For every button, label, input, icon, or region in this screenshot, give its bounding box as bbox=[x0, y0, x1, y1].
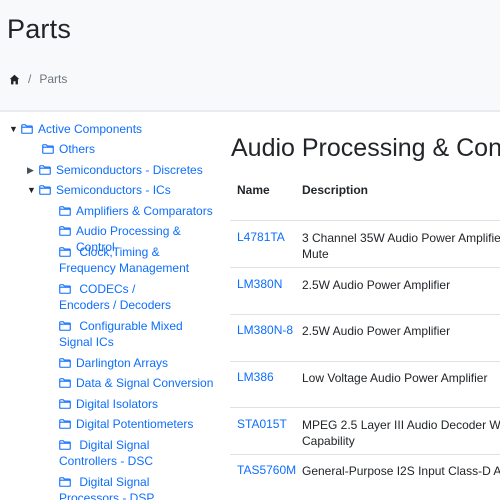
tree-item-digital-isolators[interactable]: Digital Isolators bbox=[59, 396, 158, 412]
folder-icon bbox=[21, 124, 33, 134]
description-line: 2.5W Audio Power Amplifier bbox=[302, 324, 451, 338]
tree-item-label: Darlington Arrays bbox=[76, 356, 169, 370]
breadcrumb-separator: / bbox=[28, 72, 32, 86]
expand-toggle-icon[interactable]: ▼ bbox=[9, 121, 21, 137]
tree-item-others[interactable]: Others bbox=[42, 141, 95, 157]
folder-icon bbox=[39, 185, 51, 195]
description-line: Mute bbox=[302, 247, 329, 261]
folder-icon bbox=[59, 399, 71, 409]
part-link[interactable]: STA015T bbox=[237, 417, 287, 431]
table-divider bbox=[230, 361, 500, 362]
tree-item-label: Digital Potentiometers bbox=[76, 417, 194, 431]
tree-item-label: Data & Signal Conversion bbox=[76, 376, 214, 390]
tree-item-semiconductors-discretes[interactable]: ▶ Semiconductors - Discretes bbox=[27, 162, 203, 178]
folder-icon bbox=[42, 144, 54, 154]
folder-icon bbox=[59, 477, 71, 487]
folder-icon bbox=[39, 165, 51, 175]
table-divider bbox=[230, 314, 500, 315]
page-header: Parts / Parts bbox=[0, 0, 500, 112]
folder-icon bbox=[59, 378, 71, 388]
tree-item-codecs-encoders-decoders[interactable]: CODECs / Encoders / Decoders bbox=[59, 281, 189, 313]
part-description: MPEG 2.5 Layer III Audio Decoder With A … bbox=[302, 417, 500, 449]
description-line: Low Voltage Audio Power Amplifier bbox=[302, 371, 488, 385]
folder-icon bbox=[59, 247, 71, 257]
column-header-description[interactable]: Description bbox=[302, 183, 368, 197]
tree-item-digital-potentiometers[interactable]: Digital Potentiometers bbox=[59, 416, 193, 432]
tree-item-darlington-arrays[interactable]: Darlington Arrays bbox=[59, 355, 168, 371]
table-divider bbox=[230, 220, 500, 221]
folder-icon bbox=[59, 358, 71, 368]
tree-item-label: Clock,Timing & Frequency Management bbox=[59, 245, 190, 275]
tree-item-amplifiers-comparators[interactable]: Amplifiers & Comparators bbox=[59, 203, 213, 219]
part-link[interactable]: LM386 bbox=[237, 370, 274, 384]
home-icon[interactable] bbox=[9, 74, 20, 85]
folder-icon bbox=[59, 419, 71, 429]
part-description: Low Voltage Audio Power Amplifier bbox=[302, 370, 487, 386]
tree-item-label: Amplifiers & Comparators bbox=[76, 204, 213, 218]
tree-item-data-signal-conversion[interactable]: Data & Signal Conversion bbox=[59, 375, 213, 391]
folder-icon bbox=[59, 321, 71, 331]
table-divider bbox=[230, 407, 500, 408]
folder-icon bbox=[59, 284, 71, 294]
table-divider bbox=[230, 267, 500, 268]
tree-item-label: Configurable Mixed Signal ICs bbox=[59, 319, 183, 349]
tree-item-label: Semiconductors - ICs bbox=[56, 183, 171, 197]
part-description: 2.5W Audio Power Amplifier bbox=[302, 277, 450, 293]
column-header-name[interactable]: Name bbox=[237, 183, 270, 197]
part-description: General-Purpose I2S Input Class-D Amplif… bbox=[302, 463, 500, 479]
part-link[interactable]: LM380N-8 bbox=[237, 323, 293, 337]
folder-icon bbox=[59, 206, 71, 216]
description-line: 2.5W Audio Power Amplifier bbox=[302, 278, 451, 292]
tree-item-label: Digital Isolators bbox=[76, 397, 159, 411]
tree-item-semiconductors-ics[interactable]: ▼ Semiconductors - ICs bbox=[27, 182, 171, 198]
part-link[interactable]: LM380N bbox=[237, 277, 282, 291]
collapse-toggle-icon[interactable]: ▶ bbox=[27, 162, 39, 178]
tree-item-clock-timing-frequency[interactable]: Clock,Timing & Frequency Management bbox=[59, 244, 209, 276]
breadcrumb: / Parts bbox=[9, 72, 67, 86]
part-description: 3 Channel 35W Audio Power Amplifier with… bbox=[302, 230, 500, 262]
tree-item-configurable-mixed-signal[interactable]: Configurable Mixed Signal ICs bbox=[59, 318, 209, 350]
description-line: 3 Channel 35W Audio Power Amplifier with bbox=[302, 231, 500, 245]
part-link[interactable]: L4781TA bbox=[237, 230, 285, 244]
tree-item-label: Others bbox=[59, 142, 96, 156]
part-description: 2.5W Audio Power Amplifier bbox=[302, 323, 450, 339]
page-title: Parts bbox=[7, 14, 72, 44]
folder-icon bbox=[59, 226, 71, 236]
expand-toggle-icon[interactable]: ▼ bbox=[27, 182, 39, 198]
part-link[interactable]: TAS5760M bbox=[237, 463, 296, 477]
tree-item-active-components[interactable]: ▼ Active Components bbox=[9, 121, 142, 137]
tree-item-label: Semiconductors - Discretes bbox=[56, 163, 203, 177]
tree-item-digital-signal-controllers[interactable]: Digital Signal Controllers - DSC bbox=[59, 437, 209, 469]
tree-item-label: Digital Signal Controllers - DSC bbox=[59, 438, 154, 468]
description-line: MPEG 2.5 Layer III Audio Decoder With A bbox=[302, 418, 500, 432]
table-divider bbox=[230, 454, 500, 455]
folder-icon bbox=[59, 440, 71, 450]
category-title: Audio Processing & Control bbox=[231, 134, 500, 162]
breadcrumb-current: Parts bbox=[39, 72, 68, 86]
description-line: Capability bbox=[302, 434, 355, 448]
tree-item-label: Active Components bbox=[38, 122, 143, 136]
tree-item-label: CODECs / Encoders / Decoders bbox=[59, 282, 172, 312]
description-line: General-Purpose I2S Input Class-D Amplif… bbox=[302, 464, 500, 478]
tree-item-digital-signal-processors[interactable]: Digital Signal Processors - DSP bbox=[59, 474, 209, 500]
tree-item-label: Digital Signal Processors - DSP bbox=[59, 475, 155, 500]
